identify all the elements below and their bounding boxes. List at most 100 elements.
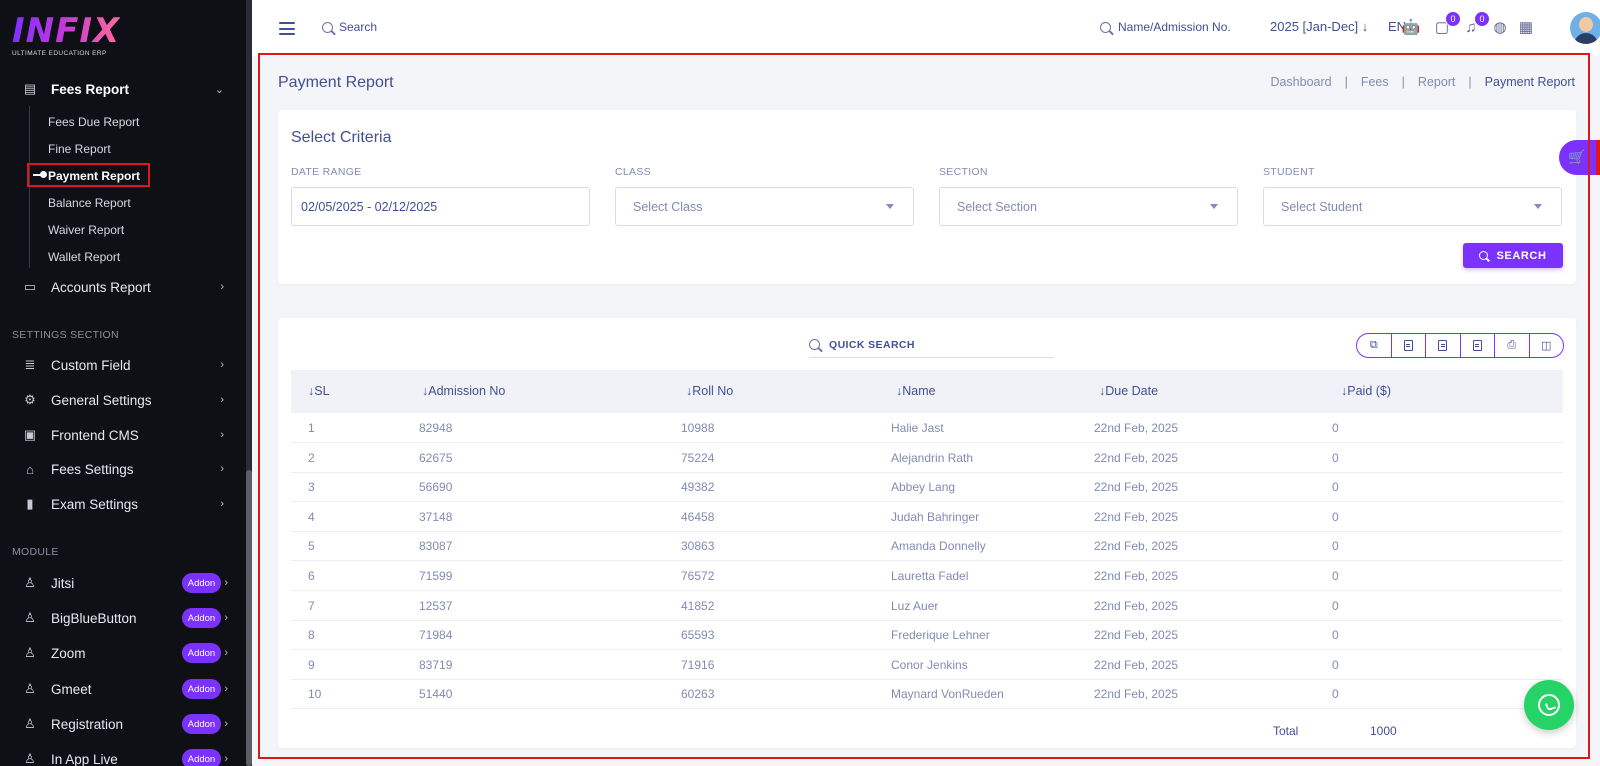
pdf-button[interactable]	[1461, 334, 1495, 357]
cell-roll-no: 60263	[681, 687, 715, 702]
breadcrumb-dashboard[interactable]: Dashboard	[1270, 75, 1331, 89]
sidebar-item-label: Gmeet	[51, 681, 92, 697]
active-indicator-icon	[33, 171, 47, 178]
chevron-right-icon: ›	[224, 577, 228, 589]
book-icon: ▮	[26, 496, 34, 511]
columns-button[interactable]: ◫	[1530, 334, 1564, 357]
cell-sl: 8	[308, 628, 315, 643]
sidebar-item-fees-settings[interactable]: ⌂ Fees Settings ›	[0, 456, 246, 482]
sidebar: INFIX ULTIMATE EDUCATION ERP ▤ Fees Repo…	[0, 0, 252, 766]
copy-button[interactable]: ⧉	[1357, 334, 1392, 357]
cell-sl: 4	[308, 509, 315, 524]
student-select[interactable]: Select Student	[1263, 187, 1562, 226]
column-header-roll-no[interactable]: ↓Roll No	[686, 384, 733, 398]
sidebar-item-in-app-live[interactable]: ♙ In App Live Addon ›	[0, 746, 246, 766]
cell-admission-no: 71599	[419, 569, 453, 583]
sidebar-scrollbar[interactable]	[246, 0, 252, 766]
sidebar-item-zoom[interactable]: ♙ Zoom Addon ›	[0, 640, 246, 666]
sidebar-subitem-fees-due-report[interactable]: Fees Due Report	[48, 115, 139, 129]
sidebar-item-jitsi[interactable]: ♙ Jitsi Addon ›	[0, 570, 246, 596]
cell-admission-no: 51440	[419, 687, 453, 702]
cell-sl: 10	[308, 687, 322, 702]
arrow-down-icon: ↓	[1361, 19, 1369, 34]
sidebar-item-custom-field[interactable]: ≣ Custom Field ›	[0, 352, 246, 378]
logo[interactable]: INFIX ULTIMATE EDUCATION ERP	[12, 14, 120, 57]
date-range-label: DATE RANGE	[291, 166, 362, 178]
column-header-admission-no[interactable]: ↓Admission No	[422, 384, 505, 398]
search-button[interactable]: SEARCH	[1463, 243, 1563, 268]
column-header-name[interactable]: ↓Name	[896, 384, 936, 398]
cell-paid: 0	[1332, 509, 1339, 524]
table-row: 9 83719 71916 Conor Jenkins 22nd Feb, 2025 0	[291, 650, 1563, 680]
chat-icon[interactable]: ▢ 0	[1432, 11, 1461, 37]
date-range-input[interactable]: 02/05/2025 - 02/12/2025	[291, 187, 590, 226]
breadcrumb-fees[interactable]: Fees	[1361, 75, 1389, 89]
sidebar-item-label: Zoom	[51, 645, 86, 661]
caret-down-icon	[1210, 204, 1218, 209]
class-select[interactable]: Select Class	[615, 187, 914, 226]
academic-year-select[interactable]: 2025 [Jan-Dec] ↓	[1270, 19, 1368, 34]
robot-icon[interactable]: 🤖	[1401, 17, 1421, 37]
cell-admission-no: 56690	[419, 480, 453, 495]
sidebar-item-label: Custom Field	[51, 357, 131, 373]
monitor-icon: ▣	[23, 427, 37, 442]
sidebar-subitem-payment-report[interactable]: Payment Report	[48, 169, 140, 183]
cell-name: Lauretta Fadel	[891, 569, 969, 583]
sidebar-item-label: Exam Settings	[51, 496, 139, 512]
cell-due-date: 22nd Feb, 2025	[1094, 687, 1179, 702]
chevron-down-icon: ⌄	[214, 83, 224, 96]
column-header-due-date[interactable]: ↓Due Date	[1099, 384, 1158, 398]
addon-badge: Addon	[182, 643, 221, 663]
cell-name: Alejandrin Rath	[891, 450, 974, 465]
chevron-right-icon: ›	[224, 718, 228, 730]
chevron-right-icon: ›	[224, 753, 228, 765]
money-icon: ▭	[23, 279, 37, 294]
sidebar-item-frontend-cms[interactable]: ▣ Frontend CMS ›	[0, 422, 246, 448]
top-search[interactable]: Search	[322, 20, 377, 34]
notification-count-badge: 0	[1474, 11, 1490, 27]
section-select[interactable]: Select Section	[939, 187, 1238, 226]
name-admission-search[interactable]: Name/Admission No.	[1100, 20, 1231, 34]
cell-due-date: 22nd Feb, 2025	[1094, 539, 1179, 554]
sidebar-subitem-fine-report[interactable]: Fine Report	[48, 142, 111, 156]
quick-search-input[interactable]: QUICK SEARCH	[809, 332, 1054, 358]
sidebar-item-registration[interactable]: ♙ Registration Addon ›	[0, 711, 246, 737]
columns-icon: ◫	[1541, 340, 1552, 352]
menu-icon[interactable]	[279, 22, 295, 35]
cart-fab[interactable]: 🛒	[1559, 140, 1600, 175]
sidebar-scrollbar-thumb[interactable]	[246, 470, 252, 766]
academic-year-value: 2025 [Jan-Dec]	[1270, 19, 1359, 34]
cell-roll-no: 10988	[681, 421, 715, 435]
sidebar-item-gmeet[interactable]: ♙ Gmeet Addon ›	[0, 676, 246, 702]
table-row: 8 71984 65593 Frederique Lehner 22nd Feb, 20…	[291, 620, 1563, 651]
addon-badge: Addon	[182, 608, 221, 628]
column-header-sl[interactable]: ↓SL	[308, 384, 330, 398]
table-header: ↓SL ↓Admission No ↓Roll No ↓Name ↓Due Da…	[291, 370, 1563, 413]
bell-icon[interactable]: ♫ 0	[1461, 11, 1490, 37]
sidebar-item-bigbluebutton[interactable]: ♙ BigBlueButton Addon ›	[0, 605, 246, 631]
globe-icon[interactable]: ◍	[1490, 17, 1510, 37]
sidebar-subitem-balance-report[interactable]: Balance Report	[48, 196, 131, 210]
breadcrumb: Dashboard | Fees | Report | Payment Repo…	[1270, 75, 1575, 89]
sidebar-subitem-waiver-report[interactable]: Waiver Report	[48, 223, 124, 237]
print-button[interactable]: ⎙	[1495, 334, 1530, 357]
sidebar-item-fees-report[interactable]: ▤ Fees Report ⌄	[0, 76, 246, 102]
cell-admission-no: 82948	[419, 421, 453, 435]
name-admission-label: Name/Admission No.	[1118, 20, 1231, 34]
cell-admission-no: 71984	[419, 628, 453, 643]
sidebar-subitem-wallet-report[interactable]: Wallet Report	[48, 250, 120, 264]
whatsapp-button[interactable]	[1524, 680, 1574, 730]
sidebar-item-accounts-report[interactable]: ▭ Accounts Report ›	[0, 274, 246, 300]
cell-roll-no: 49382	[681, 480, 715, 495]
sidebar-item-general-settings[interactable]: ⚙ General Settings ›	[0, 387, 246, 413]
breadcrumb-report[interactable]: Report	[1418, 75, 1456, 89]
excel-button[interactable]	[1392, 334, 1426, 357]
cell-name: Amanda Donnelly	[891, 539, 986, 554]
user-icon: ♙	[24, 610, 36, 625]
column-header-paid[interactable]: ↓Paid ($)	[1341, 384, 1391, 398]
report-icon[interactable]: ▦	[1516, 17, 1536, 37]
sidebar-item-exam-settings[interactable]: ▮ Exam Settings ›	[0, 491, 246, 517]
cell-paid: 0	[1332, 628, 1339, 643]
csv-button[interactable]	[1426, 334, 1461, 357]
avatar[interactable]	[1570, 12, 1600, 44]
